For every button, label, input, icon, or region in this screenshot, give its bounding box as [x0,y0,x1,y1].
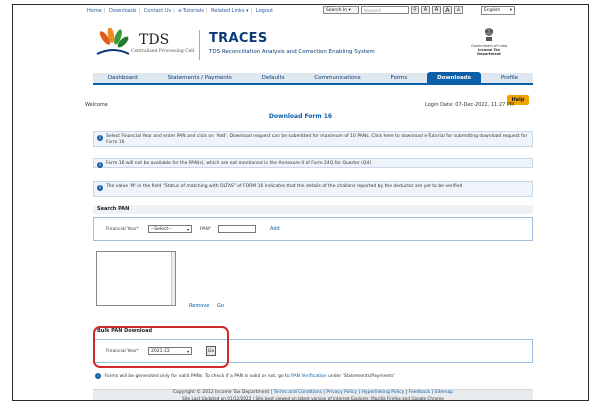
search-pan-form: Financial Year* --Select-- ▾ PAN* Add [93,217,533,241]
top-links: Home | Downloads | Contact Us | e-Tutorials… [87,8,274,14]
search-scope-select[interactable]: Search In ▾ [323,6,359,14]
footer-copyright: Copyright © 2012 Income Tax Department [172,390,270,395]
info-note-3: i The value 'M' in the field "Status of … [93,181,533,197]
fy-label-text: Financial Year [106,227,137,232]
info-note-1: i Select Financial Year and enter PAN an… [93,131,533,147]
font-size-normal-button[interactable]: A [432,6,441,14]
forms-note-text: Forms will be generated only for valid P… [104,374,290,379]
financial-year-value: --Select-- [151,227,172,232]
info-note-1-text: Select Financial Year and enter PAN and … [106,134,528,145]
forms-note: i Forms will be generated only for valid… [95,373,395,379]
welcome-text: Welcome [85,102,108,108]
pan-list-box[interactable] [96,251,176,306]
pan-label-text: PAN [200,227,209,232]
tab-downloads[interactable]: Downloads [427,72,482,84]
search-pan-heading: Search PAN [93,205,533,214]
tds-leaf-logo [96,28,130,55]
tab-dashboard[interactable]: Dashboard [98,72,148,84]
tab-profile[interactable]: Profile [491,72,528,84]
footer-link-privacy[interactable]: Privacy Policy [326,390,357,395]
top-link-related[interactable]: Related Links ▾ [211,8,249,14]
info-icon: i [97,135,103,141]
chevron-down-icon: ▾ [186,227,189,232]
top-search: Search In ▾ Keyword ⚲ A A A ♙ [323,6,463,14]
top-link-contact[interactable]: Contact Us [144,8,171,14]
gov-emblem: Government of India Income Tax Departmen… [471,26,507,56]
financial-year-select[interactable]: --Select-- ▾ [148,225,192,233]
browser-frame: Home | Downloads | Contact Us | e-Tutorials… [12,4,589,401]
footer: Copyright © 2012 Income Tax Department |… [93,389,533,401]
main-nav: Dashboard Statements / Payments Defaults… [93,72,533,85]
footer-link-feedback[interactable]: Feedback [409,390,430,395]
info-icon: i [95,373,101,379]
header-divider [199,30,200,60]
highlight-annotation [93,326,229,368]
top-link-downloads[interactable]: Downloads [109,8,136,14]
fy-label: Financial Year* [106,227,139,232]
footer-link-terms[interactable]: Terms and Conditions [274,390,322,395]
tds-subtitle: Centralised Processing Cell [131,49,195,54]
search-button[interactable]: ⚲ [411,6,419,14]
app-name: TRACES [209,31,268,46]
language-value: English [484,8,501,13]
accessibility-icon: ♙ [456,7,461,13]
tab-forms[interactable]: Forms [381,72,418,84]
list-scrollbar[interactable] [171,252,175,305]
tds-logo-text: TDS [139,32,170,48]
chevron-down-icon: ▾ [509,8,512,13]
info-note-2: i Form 16 will not be available for the … [93,158,533,168]
gov-line-2: Income Tax Department [477,48,501,56]
font-size-large-button[interactable]: A [443,6,452,14]
pan-label: PAN* [200,227,212,232]
pan-verification-link[interactable]: PAN Verification [291,374,327,379]
tab-communications[interactable]: Communications [304,72,370,84]
national-emblem-icon [484,28,494,41]
top-link-tutorials[interactable]: e-Tutorials [178,8,203,14]
top-link-home[interactable]: Home [87,8,102,14]
info-note-3-text: The value 'M' in the field "Status of ma… [106,184,463,189]
info-note-2-text: Form 16 will not be available for the PA… [106,161,372,166]
remove-button[interactable]: Remove [189,303,209,309]
add-pan-button[interactable]: Add [270,226,280,232]
info-icon: i [97,185,103,191]
font-size-small-button[interactable]: A [421,6,430,14]
accessibility-button[interactable]: ♙ [454,6,463,14]
app-subtitle: TDS Reconciliation Analysis and Correcti… [209,49,375,55]
footer-updated: Site Last Updated on 01/12/2022 [182,396,252,401]
search-input[interactable]: Keyword [361,6,409,14]
info-icon: i [97,162,103,168]
top-link-logout[interactable]: Logout [256,8,273,14]
language-select[interactable]: English ▾ [481,6,515,15]
tab-defaults[interactable]: Defaults [252,72,295,84]
go-button[interactable]: Go [217,303,224,309]
footer-link-sitemap[interactable]: Sitemap [434,390,453,395]
pan-input[interactable] [218,225,256,233]
page-title: Download Form 16 [268,113,333,120]
footer-link-hyperlinking[interactable]: Hyperlinking Policy [361,390,404,395]
forms-note-suffix: under 'Statements/Payments' [328,374,395,379]
tab-statements-payments[interactable]: Statements / Payments [158,72,242,84]
login-date: Login Date: 07-Dec-2022, 11:27 PM [425,102,515,108]
search-icon: ⚲ [413,7,417,13]
footer-browser-note: Site best viewed on latest version of In… [255,396,444,401]
header: TDS Centralised Processing Cell TRACES T… [13,18,588,68]
